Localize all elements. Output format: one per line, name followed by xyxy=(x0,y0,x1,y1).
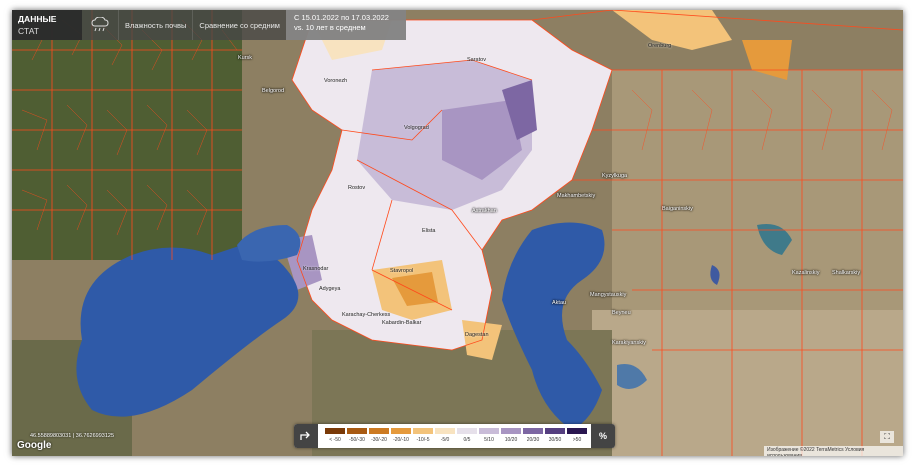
legend-color xyxy=(457,428,477,434)
legend-label: -10/-5 xyxy=(416,437,430,443)
city-label: Karachay-Cherkess xyxy=(342,312,391,318)
city-label: Belgorod xyxy=(262,88,285,94)
percent-toggle[interactable]: % xyxy=(591,424,615,448)
legend-label: < -50 xyxy=(329,437,341,443)
city-label: Karakiyanskiy xyxy=(612,340,646,346)
legend-label: 10/20 xyxy=(504,437,518,443)
legend-color xyxy=(347,428,367,434)
legend-color xyxy=(413,428,433,434)
city-label: Kursk xyxy=(238,55,253,61)
share-icon xyxy=(300,431,310,440)
legend-label: -5/0 xyxy=(440,437,450,443)
city-label: Kazalinskiy xyxy=(792,270,820,276)
legend-items: < -50 -50/-30 -30/-20 -20/-10 -10/-5 -5/0 0/5 5… xyxy=(324,424,588,448)
legend-swatch: 0/5 xyxy=(456,424,478,448)
city-label: Rostov xyxy=(348,185,366,191)
legend-color xyxy=(435,428,455,434)
city-label: Baiganinskiy xyxy=(662,206,693,212)
legend-swatch: >50 xyxy=(566,424,588,448)
city-label: Aktau xyxy=(552,300,567,306)
legend-label: 30/50 xyxy=(548,437,562,443)
fullscreen-icon[interactable]: ⛶ xyxy=(880,431,894,443)
legend-color xyxy=(567,428,587,434)
map-canvas[interactable] xyxy=(12,10,903,456)
legend-color xyxy=(545,428,565,434)
legend-swatch: -10/-5 xyxy=(412,424,434,448)
legend-label: 0/5 xyxy=(463,437,471,443)
top-bar: ДАННЫЕ СТАТ Влажность почвы Сравнение со… xyxy=(12,10,406,40)
city-label: Makhambetskiy xyxy=(557,193,596,199)
city-label: Adygeya xyxy=(319,286,341,292)
legend-label: 5/10 xyxy=(484,437,494,443)
date-range[interactable]: С 15.01.2022 по 17.03.2022 vs. 10 лет в … xyxy=(285,10,406,40)
ukraine-land xyxy=(12,10,242,260)
legend-swatch: 10/20 xyxy=(500,424,522,448)
legend-swatch: 5/10 xyxy=(478,424,500,448)
legend-swatch: -30/-20 xyxy=(368,424,390,448)
brand-title: ДАННЫЕ xyxy=(18,14,57,24)
legend-label: -30/-20 xyxy=(371,437,387,443)
city-label: Saratov xyxy=(467,57,486,63)
city-label: Kyzylkuga xyxy=(602,173,628,179)
city-label: Krasnodar xyxy=(303,266,329,272)
city-label: Stavropol xyxy=(390,268,414,274)
legend-swatch: < -50 xyxy=(324,424,346,448)
cloud-rain-icon[interactable] xyxy=(82,10,118,40)
share-button[interactable] xyxy=(294,424,318,448)
city-label: Shalkarskiy xyxy=(832,270,861,276)
brand-block[interactable]: ДАННЫЕ СТАТ xyxy=(12,10,82,40)
legend-swatch: -5/0 xyxy=(434,424,456,448)
city-label: Beyneu xyxy=(612,310,631,316)
city-label: Dagestan xyxy=(465,332,489,338)
legend-color xyxy=(523,428,543,434)
city-label: Volgograd xyxy=(404,125,429,131)
legend-color xyxy=(325,428,345,434)
legend-color xyxy=(369,428,389,434)
city-label: Astrakhan xyxy=(472,208,497,214)
legend-swatch: -20/-10 xyxy=(390,424,412,448)
legend-color xyxy=(501,428,521,434)
legend-bar: < -50 -50/-30 -30/-20 -20/-10 -10/-5 -5/0 0/5 5… xyxy=(294,424,615,448)
legend-label: 20/30 xyxy=(526,437,540,443)
legend-label: -20/-10 xyxy=(393,437,409,443)
layer-selector[interactable]: Влажность почвы xyxy=(118,10,192,40)
compare-selector[interactable]: Сравнение со средним xyxy=(192,10,286,40)
brand-subtitle: СТАТ xyxy=(18,26,39,36)
legend-swatch: 30/50 xyxy=(544,424,566,448)
legend-color xyxy=(391,428,411,434)
legend-swatch: -50/-30 xyxy=(346,424,368,448)
legend-label: >50 xyxy=(572,437,582,443)
legend-label: -50/-30 xyxy=(349,437,365,443)
city-label: Voronezh xyxy=(324,78,348,84)
city-label: Kabardin-Balkar xyxy=(382,320,422,326)
map-frame[interactable]: ДАННЫЕ СТАТ Влажность почвы Сравнение со… xyxy=(12,10,903,456)
city-label: Elista xyxy=(422,228,436,234)
city-label: Orenburg xyxy=(648,43,672,49)
map-attribution[interactable]: Изображение ©2022 TerraMetrics Условия и… xyxy=(764,446,903,456)
city-label: Mangystauskiy xyxy=(590,292,627,298)
google-logo: Google xyxy=(17,440,52,451)
coordinates-readout: 46.55889803031 | 36.7626993125 xyxy=(30,433,115,439)
legend-swatch: 20/30 xyxy=(522,424,544,448)
legend-color xyxy=(479,428,499,434)
